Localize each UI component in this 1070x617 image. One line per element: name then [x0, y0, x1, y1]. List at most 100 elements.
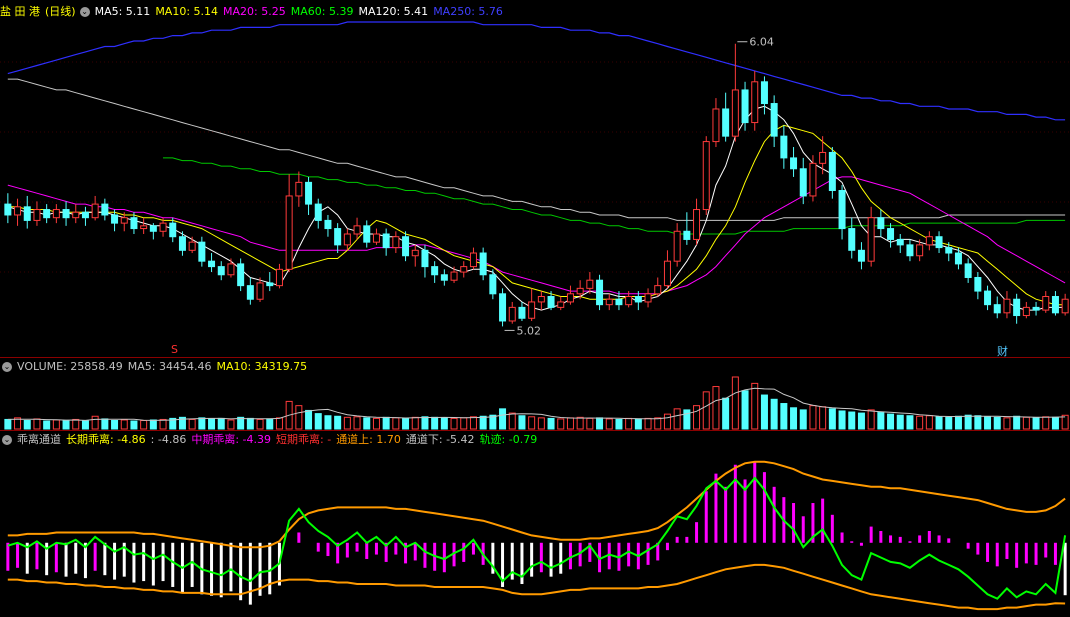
cai-marker[interactable]: 财 [997, 343, 1008, 359]
volume-bar [518, 415, 526, 430]
price-panel-header: 盐 田 港 (日线) ⌄ MA5: 5.11 MA10: 5.14 MA20: 5.25 M… [0, 4, 513, 20]
volume-bar [43, 420, 51, 430]
volume-bar [217, 417, 225, 430]
indicator-legend-item: 通道上: 1.70 [336, 433, 401, 446]
candle-body [906, 244, 914, 257]
indicator-legend-item: 轨迹: -0.79 [479, 433, 538, 446]
indicator-panel-header: ⌄ 乖离通道 长期乖离: -4.86: -4.86 中期乖离: -4.39 短期乖离: … [0, 432, 547, 448]
candle-body [528, 301, 536, 319]
high-price-label: 6.04 [749, 36, 774, 49]
candle-body [1051, 296, 1059, 314]
volume-bar [634, 418, 642, 430]
s-marker[interactable]: S [171, 343, 178, 356]
volume-bar [23, 420, 31, 430]
volume-bar [479, 415, 487, 430]
volume-bar [896, 414, 904, 430]
ma5-line [7, 105, 1066, 311]
volume-bar [188, 418, 196, 430]
volume-bar [1032, 417, 1040, 430]
candle-body [838, 190, 846, 230]
chevron-down-icon[interactable]: ⌄ [2, 435, 12, 445]
candle-body [43, 209, 51, 219]
volume-bar [343, 416, 351, 430]
volume-bar [256, 418, 264, 430]
candle-body [198, 241, 206, 262]
volume-bar [586, 417, 594, 430]
chart-canvas[interactable]: 6.04 5.02 [0, 0, 1070, 614]
volume-bar [1051, 416, 1059, 430]
volume-legend-item: MA5: 34454.46 [127, 360, 212, 373]
candle-body [722, 108, 730, 137]
chevron-down-icon[interactable]: ⌄ [79, 7, 90, 17]
volume-bar [353, 416, 361, 430]
volume-bar [72, 418, 80, 430]
volume-bar [605, 418, 613, 430]
candle-body [101, 203, 109, 216]
candle-body [780, 135, 788, 159]
volume-bar [566, 417, 574, 430]
chevron-down-icon[interactable]: ⌄ [2, 362, 12, 372]
volume-bar [62, 420, 70, 430]
volume-bar [984, 416, 992, 430]
candle-body [343, 233, 351, 246]
volume-bar [663, 413, 671, 430]
indicator-legend-item: 长期乖离: -4.86 [66, 433, 146, 446]
volume-bar [411, 416, 419, 430]
volume-bar [644, 417, 652, 430]
candle-body [256, 282, 264, 300]
volume-bar [1022, 416, 1030, 430]
volume-bar [547, 417, 555, 430]
candle-body [140, 225, 148, 230]
candle-body [353, 225, 361, 235]
candle-body [683, 230, 691, 240]
candle-body [945, 247, 953, 254]
candle-body [62, 209, 70, 219]
candle-body [702, 141, 710, 211]
candle-body [460, 266, 468, 273]
candle-body [227, 263, 235, 276]
volume-bar [760, 394, 768, 430]
panel-divider [0, 430, 1070, 431]
volume-bar [557, 418, 565, 430]
candle-body [91, 203, 99, 219]
kline-chart[interactable]: 6.04 5.02 [0, 0, 1070, 614]
candle-body [596, 279, 604, 306]
volume-bar [4, 418, 12, 430]
candle-body [81, 211, 89, 219]
candle-body [178, 236, 186, 251]
volume-bar [731, 376, 739, 430]
candle-body [1022, 306, 1030, 317]
volume-bar [906, 415, 914, 430]
candle-body [605, 298, 613, 306]
candle-body [479, 252, 487, 276]
volume-bar [402, 417, 410, 430]
volume-bar [654, 417, 662, 430]
candle-body [809, 162, 817, 197]
volume-bar [974, 415, 982, 430]
candle-body [935, 236, 943, 249]
volume-bar [819, 406, 827, 430]
volume-bar [140, 420, 148, 430]
candle-body [208, 260, 216, 268]
ma-legend-item: MA5: 5.11 [94, 5, 151, 18]
volume-bar [867, 409, 875, 430]
candle-body [828, 151, 836, 192]
candle-body [964, 263, 972, 278]
volume-bar [499, 408, 507, 430]
candle-body [314, 203, 322, 221]
volume-bar [295, 405, 303, 430]
channel-upper-line [7, 460, 1066, 549]
candle-body [518, 306, 526, 319]
volume-bar [673, 408, 681, 430]
candle-body [1032, 306, 1040, 311]
volume-bar [576, 416, 584, 430]
candle-body [149, 225, 157, 232]
candle-body [799, 168, 807, 197]
volume-bar [314, 413, 322, 430]
volume-bar [431, 416, 439, 430]
candle-body [887, 228, 895, 240]
candle-body [896, 238, 904, 246]
volume-bar [799, 409, 807, 430]
volume-bar [460, 417, 468, 430]
candle-body [654, 285, 662, 295]
